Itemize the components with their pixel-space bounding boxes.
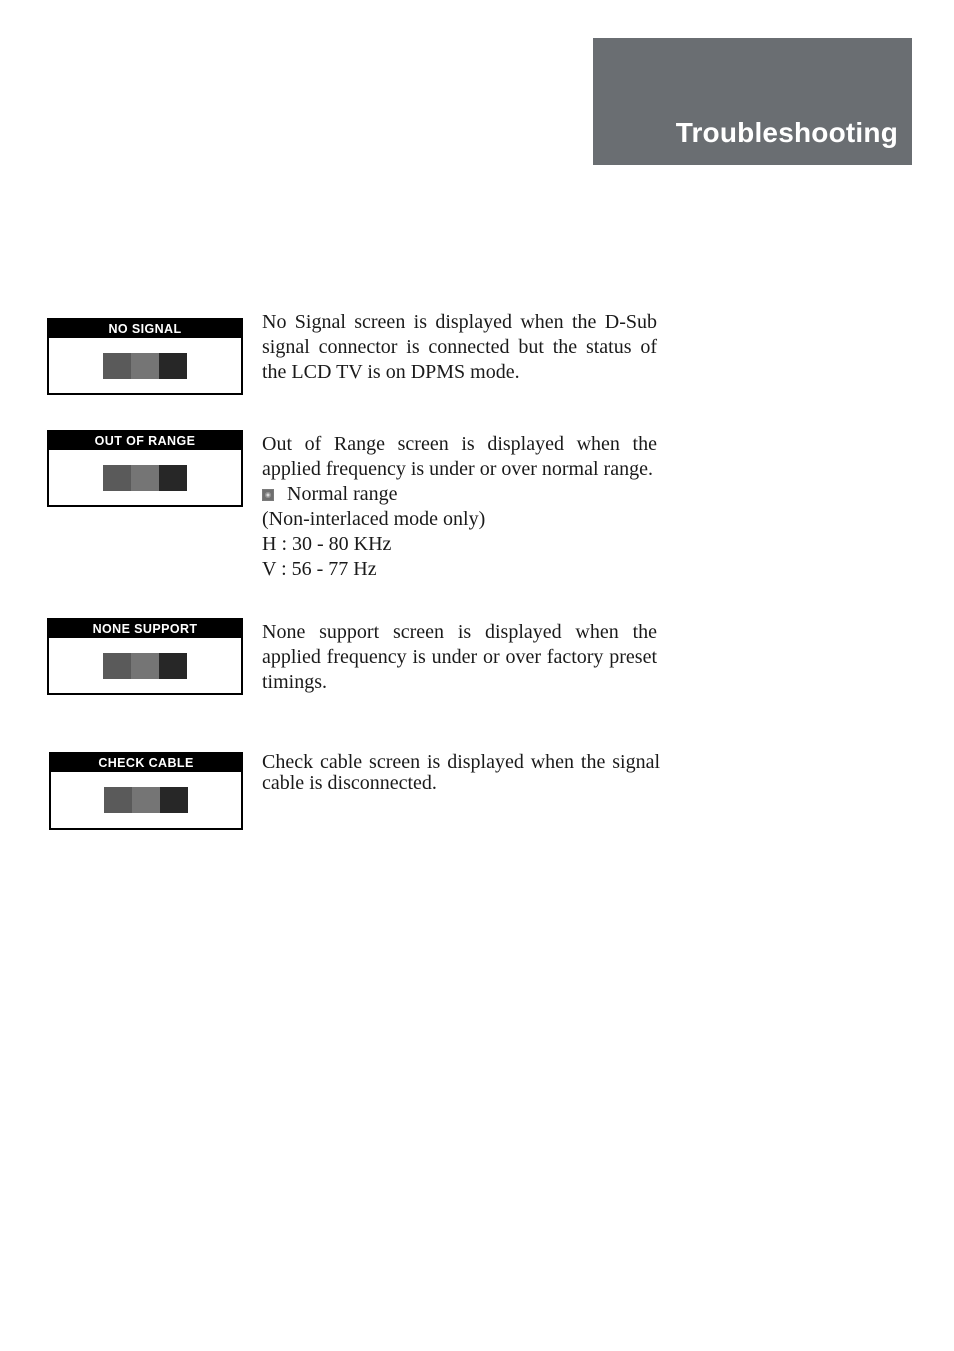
list-item: Normal range bbox=[262, 482, 657, 507]
list-item: H : 30 - 80 KHz bbox=[262, 533, 392, 555]
description-text: No Signal screen is displayed when the D… bbox=[262, 311, 657, 383]
grey-bars-graphic bbox=[103, 352, 187, 379]
description-out-of-range: Out of Range screen is displayed when th… bbox=[262, 432, 657, 582]
description-check-cable: Check cable screen is displayed when the… bbox=[262, 752, 660, 794]
screen-body-no-signal bbox=[49, 338, 241, 393]
grey-bar-left bbox=[104, 787, 132, 813]
description-no-signal: No Signal screen is displayed when the D… bbox=[262, 310, 657, 385]
grey-bar-right bbox=[159, 464, 187, 491]
grey-bars-graphic bbox=[103, 652, 187, 679]
description-text: Out of Range screen is displayed when th… bbox=[262, 433, 657, 480]
screen-body-none-support bbox=[49, 638, 241, 693]
description-text: Check cable screen is displayed when the… bbox=[262, 751, 660, 794]
grey-bar-left bbox=[103, 352, 131, 379]
screen-label-check-cable: CHECK CABLE bbox=[51, 754, 241, 772]
normal-range-list: Normal range (Non-interlaced mode only) … bbox=[262, 482, 657, 582]
grey-bar-middle bbox=[131, 464, 159, 491]
screen-preview-no-signal: NO SIGNAL bbox=[47, 318, 243, 395]
grey-bar-right bbox=[159, 352, 187, 379]
screen-preview-out-of-range: OUT OF RANGE bbox=[47, 430, 243, 507]
page-title: Troubleshooting bbox=[675, 117, 898, 148]
screen-preview-check-cable: CHECK CABLE bbox=[49, 752, 243, 830]
list-item: (Non-interlaced mode only) bbox=[262, 508, 486, 530]
troubleshooting-banner: Troubleshooting bbox=[593, 38, 912, 165]
grey-bars-graphic bbox=[103, 464, 187, 491]
grey-bar-left bbox=[103, 464, 131, 491]
screen-preview-none-support: NONE SUPPORT bbox=[47, 618, 243, 695]
grey-bars-graphic bbox=[104, 787, 188, 813]
screen-label-no-signal: NO SIGNAL bbox=[49, 320, 241, 338]
screen-body-check-cable bbox=[51, 772, 241, 828]
grey-bar-middle bbox=[131, 352, 159, 379]
description-text: None support screen is displayed when th… bbox=[262, 621, 657, 693]
grey-bar-middle bbox=[132, 787, 160, 813]
description-none-support: None support screen is displayed when th… bbox=[262, 620, 657, 695]
list-item: V : 56 - 77 Hz bbox=[262, 558, 377, 580]
small-square-bullet-icon bbox=[262, 489, 274, 501]
grey-bar-middle bbox=[131, 652, 159, 679]
screen-body-out-of-range bbox=[49, 450, 241, 505]
grey-bar-right bbox=[159, 652, 187, 679]
grey-bar-left bbox=[103, 652, 131, 679]
normal-range-label: Normal range bbox=[287, 483, 398, 505]
grey-bar-right bbox=[160, 787, 188, 813]
screen-label-none-support: NONE SUPPORT bbox=[49, 620, 241, 638]
screen-label-out-of-range: OUT OF RANGE bbox=[49, 432, 241, 450]
